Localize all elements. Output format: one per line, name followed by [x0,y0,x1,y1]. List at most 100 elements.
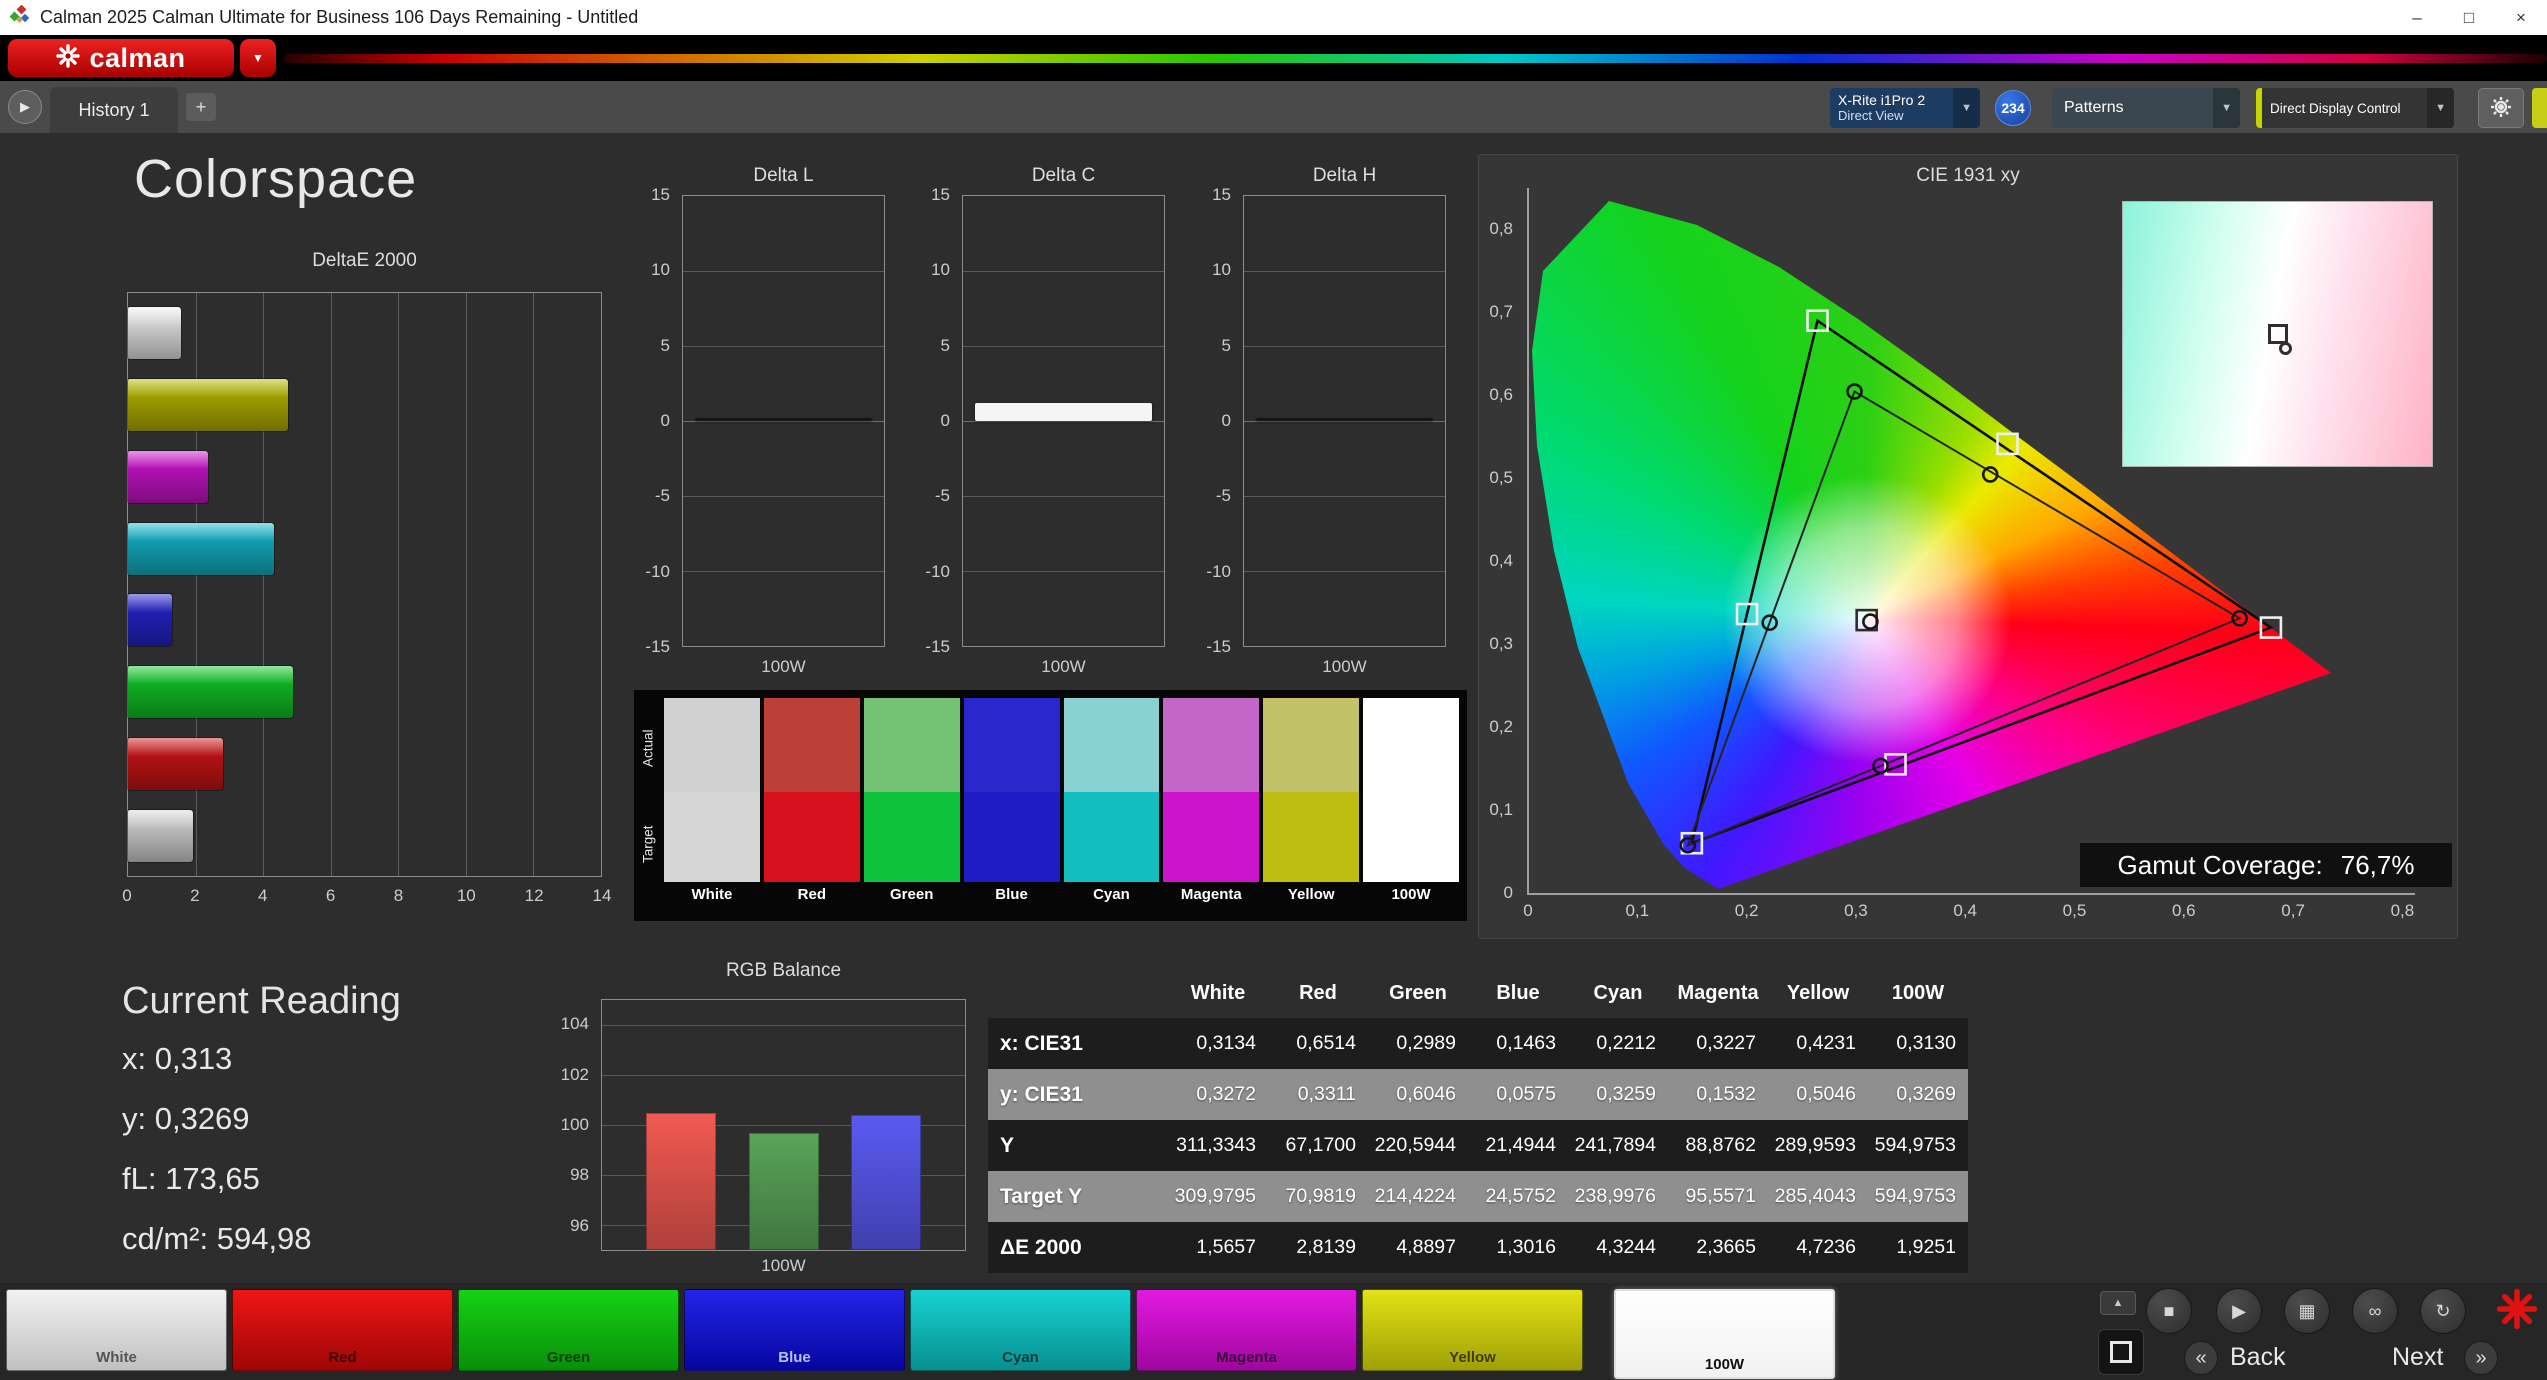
table-cell: 0,0575 [1496,1083,1556,1105]
minimize-button[interactable]: – [2391,0,2443,35]
deltae-bar-yellow [128,378,288,431]
x-tick-label: 0,8 [2390,901,2415,920]
column-header-red: Red [1299,981,1337,1004]
history-nav-button[interactable]: ▶ [8,90,42,124]
x-tick-label: 0,5 [2062,901,2087,920]
pattern-button-red[interactable]: Red [232,1289,453,1371]
swatch-actual-magenta [1163,698,1260,792]
y-tick-label: -10 [925,561,950,581]
edge-accent-strip [2532,88,2547,128]
x-tick-label: 6 [325,886,336,905]
back-button-icon[interactable]: « [2184,1341,2218,1375]
y-tick-label: 0,5 [1489,468,1513,488]
rgb-x-label: 100W [761,1256,806,1275]
expand-up-button[interactable]: ▲ [2100,1291,2136,1315]
x-tick-label: 0,2 [1734,901,1759,920]
rgb-plot-area [601,999,966,1251]
next-button[interactable]: Next [2392,1343,2443,1372]
reading-y: y: 0,3269 [122,1101,250,1136]
refresh-button[interactable]: ↻ [2420,1288,2466,1334]
swatch-label: Yellow [1287,885,1335,903]
save-button[interactable]: ▦ [2284,1288,2330,1334]
table-cell: 0,2212 [1596,1032,1656,1054]
delta-l-x-label: 100W [761,657,806,676]
white-point-measured-marker [2279,342,2292,355]
table-cell: 0,2989 [1396,1032,1456,1054]
pattern-button-white[interactable]: White [6,1289,227,1371]
deltae-2000-chart: DeltaE 2000 0 2 4 6 8 10 12 14 [122,250,611,920]
table-cell: 70,9819 [1285,1185,1357,1207]
table-row: Target Y 309,9795 70,9819 214,4224 24,5752 23… [988,1171,1968,1222]
table-cell: 594,9753 [1874,1185,1956,1207]
next-button-icon[interactable]: » [2464,1341,2498,1375]
swatch-label: Green [890,885,934,903]
table-cell: 311,3343 [1176,1134,1256,1156]
x-tick-label: 0,7 [2281,901,2305,920]
swatch-label: Cyan [1093,885,1130,903]
reading-fl: fL: 173,65 [122,1161,260,1196]
meter-dropdown[interactable]: X-Rite i1Pro 2 Direct View ▼ [1830,88,1980,128]
grid-line [683,345,884,347]
table-cell: 2,3665 [1696,1236,1756,1258]
table-cell: 4,7236 [1796,1236,1856,1258]
pattern-button-cyan[interactable]: Cyan [910,1289,1131,1371]
maximize-button[interactable]: □ [2443,0,2495,35]
grid-line [1244,495,1445,497]
pattern-button-blue[interactable]: Blue [684,1289,905,1371]
x-tick-label: 0 [122,886,132,905]
pattern-button-green[interactable]: Green [458,1289,679,1371]
swatch-target-magenta [1163,792,1260,882]
y-tick-label: 98 [570,1165,589,1185]
column-header-cyan: Cyan [1593,981,1643,1004]
pattern-button-label: Green [546,1349,591,1366]
y-tick-label: -5 [654,486,670,506]
y-tick-label: -5 [934,486,950,506]
tab-history-1[interactable]: History 1 [50,87,178,133]
cie-x-axis-line [1527,893,2415,895]
play-icon: ▶ [2232,1300,2246,1321]
y-tick-label: -5 [1215,486,1231,506]
swatch-row-label-target: Target [640,825,656,863]
y-tick-label: 5 [660,335,670,355]
calman-asterisk-icon [2496,1288,2538,1330]
swatch-grid: White Red Green Blue Cyan Magenta Yellow 100W [664,698,1459,906]
chevron-down-icon: ▼ [252,51,264,65]
play-button[interactable]: ▶ [2216,1288,2262,1334]
delta-h-chart: Delta H 15 10 5 0 -5 -10 -15 100W [1206,165,1446,705]
table-header-row: White Red Green Blue Cyan Magenta Yellow 100W [988,968,1968,1018]
y-tick-label: -10 [1206,561,1231,581]
close-button[interactable]: × [2495,0,2547,35]
pattern-button-100w[interactable]: 100W [1614,1289,1835,1379]
pattern-button-yellow[interactable]: Yellow [1362,1289,1583,1371]
results-table: White Red Green Blue Cyan Magenta Yellow 100W x:… [988,968,1968,1273]
window-pattern-button[interactable] [2098,1329,2144,1375]
stop-button[interactable]: ■ [2146,1288,2192,1334]
table-cell: 4,8897 [1396,1236,1456,1258]
deltaL-bar [695,417,872,421]
display-control-dropdown[interactable]: Direct Display Control ▼ [2256,88,2454,128]
pattern-button-magenta[interactable]: Magenta [1136,1289,1357,1371]
calman-logo[interactable]: calman [8,39,234,77]
patterns-dropdown[interactable]: Patterns ▼ [2052,88,2240,128]
table-row: ΔE 2000 1,5657 2,8139 4,8897 1,3016 4,3244 2,3… [988,1222,1968,1273]
tab-label: History 1 [78,99,150,120]
column-header-yellow: Yellow [1786,981,1850,1004]
table-cell: 594,9753 [1874,1134,1956,1156]
y-tick-label: 15 [651,185,670,204]
settings-button[interactable] [2478,88,2524,128]
back-button[interactable]: Back [2230,1343,2286,1372]
add-tab-button[interactable]: + [186,93,216,121]
deltae-bar-cyan [128,522,275,575]
reading-cdm2: cd/m²: 594,98 [122,1221,312,1256]
swatch-target-cyan [1063,792,1160,882]
link-button[interactable]: ∞ [2352,1288,2398,1334]
table-cell: 220,5944 [1374,1134,1456,1156]
grid-line [683,421,884,422]
table-cell: 0,3272 [1196,1083,1256,1105]
y-tick-label: 10 [651,260,670,280]
stop-icon: ■ [2163,1300,2175,1321]
measurement-count-badge[interactable]: 234 [1995,90,2031,126]
brand-menu-button[interactable]: ▼ [240,39,276,77]
rgb-bar-green [748,1132,819,1250]
table-cell: 1,9251 [1896,1236,1956,1258]
